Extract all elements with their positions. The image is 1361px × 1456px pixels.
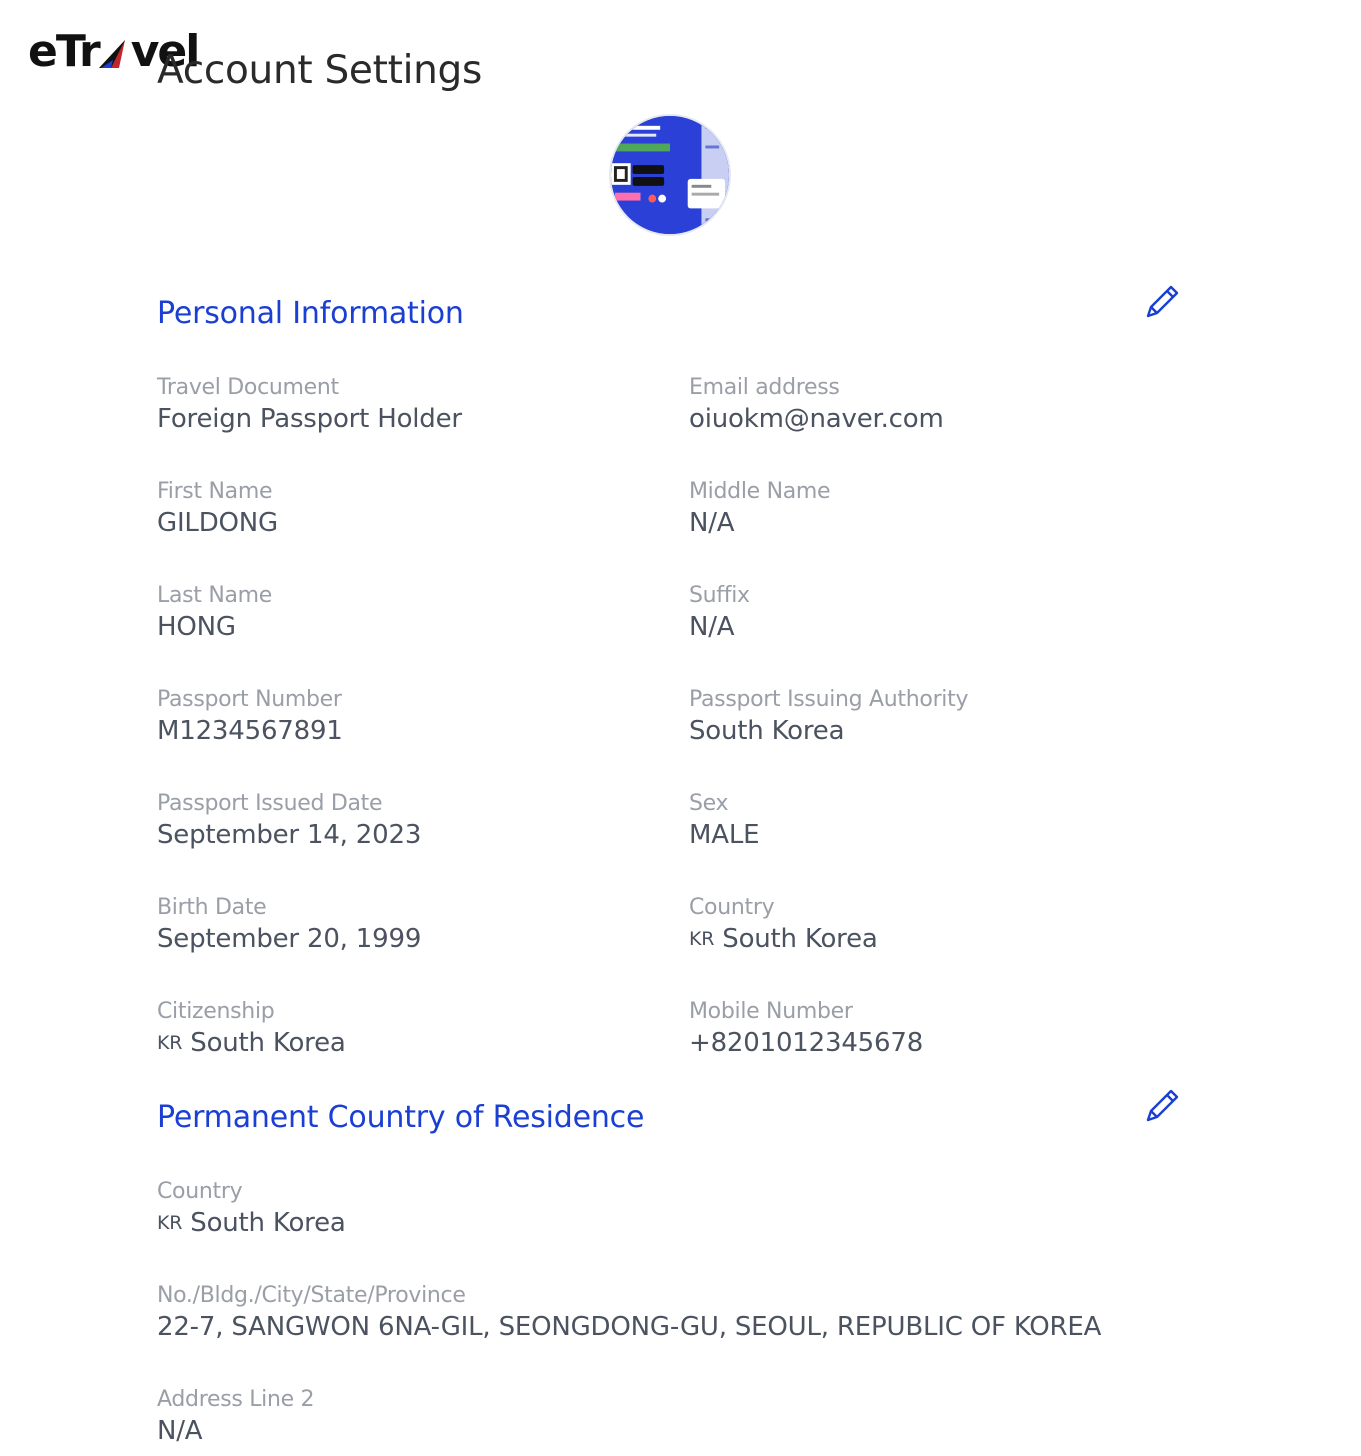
field-address-line-1: No./Bldg./City/State/Province 22-7, SANG… bbox=[157, 1282, 1257, 1344]
field-citizenship: Citizenship KR South Korea bbox=[157, 998, 677, 1060]
field-travel-document: Travel Document Foreign Passport Holder bbox=[157, 374, 677, 436]
field-value: KR South Korea bbox=[157, 1206, 677, 1240]
field-value: M1234567891 bbox=[157, 716, 343, 746]
field-label: Citizenship bbox=[157, 999, 275, 1024]
field-label: No./Bldg./City/State/Province bbox=[157, 1283, 466, 1308]
field-passport-authority: Passport Issuing Authority South Korea bbox=[689, 686, 1209, 748]
field-value: N/A bbox=[157, 1416, 203, 1446]
field-birth-date: Birth Date September 20, 1999 bbox=[157, 894, 677, 956]
field-last-name: Last Name HONG bbox=[157, 582, 677, 644]
field-suffix: Suffix N/A bbox=[689, 582, 1209, 644]
field-value: September 14, 2023 bbox=[157, 820, 422, 850]
profile-avatar[interactable] bbox=[609, 114, 731, 236]
country-code: KR bbox=[689, 928, 715, 950]
field-value: South Korea bbox=[689, 716, 845, 746]
field-label: Middle Name bbox=[689, 479, 831, 504]
field-first-name: First Name GILDONG bbox=[157, 478, 677, 540]
field-label: Country bbox=[157, 1179, 243, 1204]
field-label: Address Line 2 bbox=[157, 1387, 315, 1412]
country-code: KR bbox=[157, 1212, 183, 1234]
field-country: Country KR South Korea bbox=[689, 894, 1209, 956]
field-residence-country: Country KR South Korea bbox=[157, 1178, 677, 1240]
field-label: Mobile Number bbox=[689, 999, 853, 1024]
field-value: GILDONG bbox=[157, 508, 278, 538]
field-passport-number: Passport Number M1234567891 bbox=[157, 686, 677, 748]
page-title: Account Settings bbox=[157, 48, 483, 93]
field-value: MALE bbox=[689, 820, 760, 850]
field-value: September 20, 1999 bbox=[157, 924, 422, 954]
field-value: oiuokm@naver.com bbox=[689, 404, 944, 434]
paper-plane-icon bbox=[95, 34, 135, 74]
field-label: Suffix bbox=[689, 583, 750, 608]
field-label: Passport Number bbox=[157, 687, 342, 712]
residence-header: Permanent Country of Residence bbox=[157, 1089, 1182, 1138]
edit-residence-button[interactable] bbox=[1142, 1086, 1182, 1126]
field-address-line-2: Address Line 2 N/A bbox=[157, 1386, 677, 1448]
field-value: 22-7, SANGWON 6NA-GIL, SEONGDONG-GU, SEO… bbox=[157, 1312, 1102, 1342]
field-label: Passport Issuing Authority bbox=[689, 687, 969, 712]
field-label: First Name bbox=[157, 479, 273, 504]
logo-text-left: eTr bbox=[28, 26, 101, 77]
field-email: Email address oiuokm@naver.com bbox=[689, 374, 1209, 436]
field-label: Travel Document bbox=[157, 375, 339, 400]
field-label: Country bbox=[689, 895, 775, 920]
pencil-icon bbox=[1146, 1089, 1179, 1122]
personal-info-header: Personal Information bbox=[157, 285, 1182, 334]
field-mobile-number: Mobile Number +8201012345678 bbox=[689, 998, 1209, 1060]
country-name: South Korea bbox=[722, 924, 878, 954]
field-value: +8201012345678 bbox=[689, 1028, 924, 1058]
field-value: Foreign Passport Holder bbox=[157, 404, 462, 434]
country-code: KR bbox=[157, 1032, 183, 1054]
country-name: South Korea bbox=[190, 1028, 346, 1058]
field-sex: Sex MALE bbox=[689, 790, 1209, 852]
personal-info-title: Personal Information bbox=[157, 296, 464, 331]
field-label: Birth Date bbox=[157, 895, 267, 920]
country-name: South Korea bbox=[190, 1208, 346, 1238]
field-label: Sex bbox=[689, 791, 729, 816]
field-value: HONG bbox=[157, 612, 236, 642]
field-label: Last Name bbox=[157, 583, 273, 608]
field-value: N/A bbox=[689, 612, 735, 642]
residence-title: Permanent Country of Residence bbox=[157, 1100, 645, 1135]
field-label: Email address bbox=[689, 375, 840, 400]
field-label: Passport Issued Date bbox=[157, 791, 383, 816]
avatar-image bbox=[611, 116, 729, 234]
pencil-icon bbox=[1146, 285, 1179, 318]
edit-personal-info-button[interactable] bbox=[1142, 282, 1182, 322]
field-value: N/A bbox=[689, 508, 735, 538]
field-value: KR South Korea bbox=[157, 1026, 677, 1060]
field-passport-issued-date: Passport Issued Date September 14, 2023 bbox=[157, 790, 677, 852]
field-value: KR South Korea bbox=[689, 922, 1209, 956]
field-middle-name: Middle Name N/A bbox=[689, 478, 1209, 540]
